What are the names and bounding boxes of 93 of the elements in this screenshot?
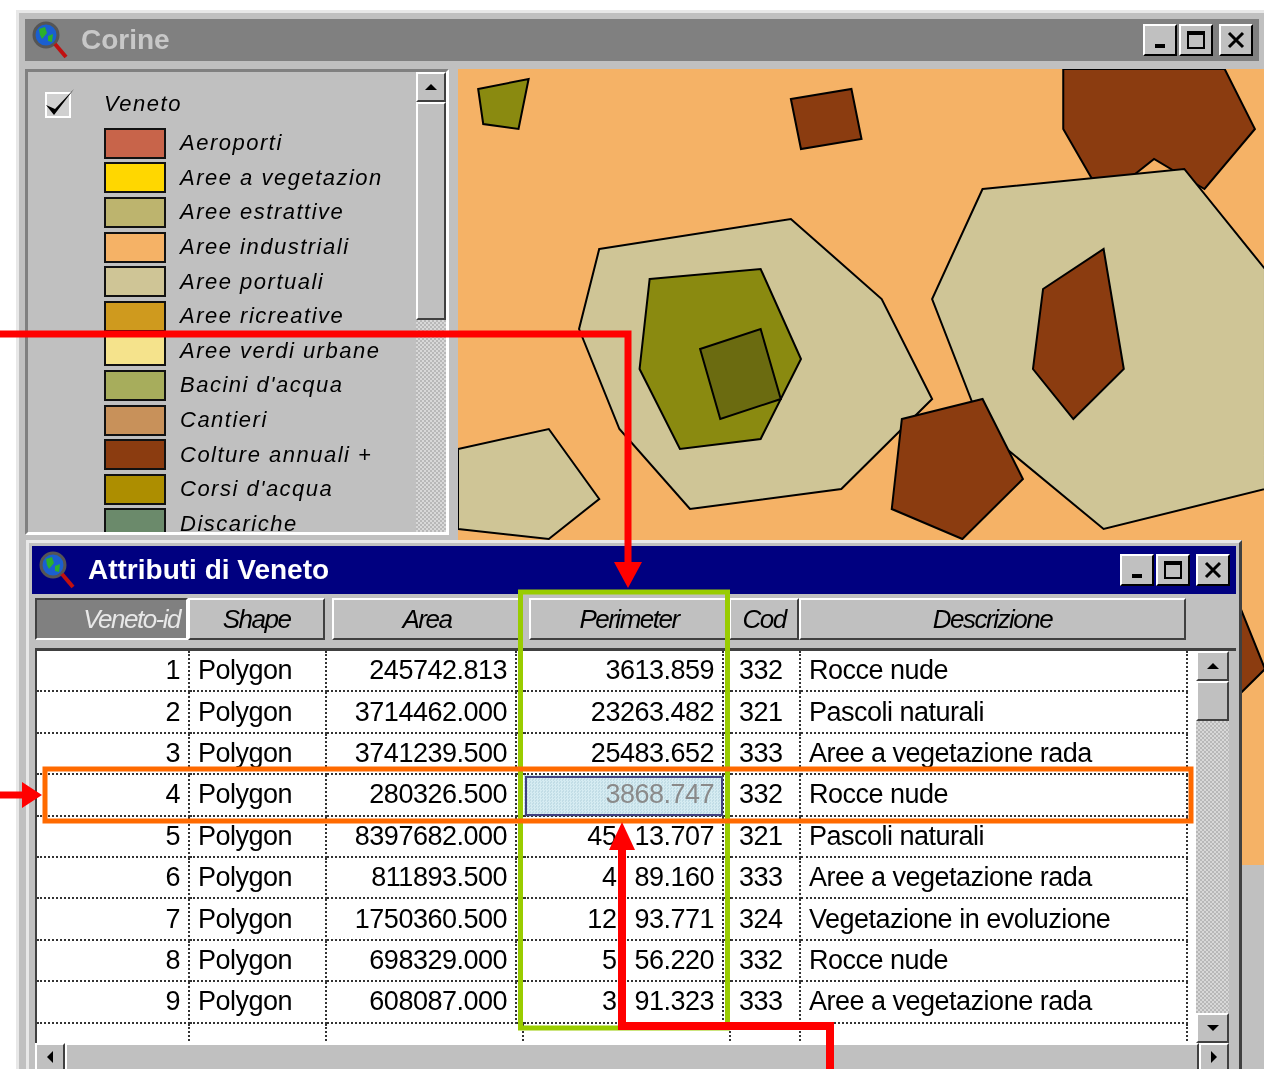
table-cell[interactable]: 12 93.771 bbox=[524, 899, 724, 941]
globe-magnifier-icon bbox=[38, 550, 76, 590]
table-cell: Polygon bbox=[190, 651, 327, 693]
table-cell: Rocce nude bbox=[801, 651, 1188, 693]
close-button[interactable] bbox=[1196, 554, 1230, 586]
window-title: Attributi di Veneto bbox=[88, 554, 330, 586]
legend-label: Bacini d'acqua bbox=[180, 372, 344, 399]
table-cell: 333 bbox=[731, 857, 801, 900]
legend-label: Aree a vegetazion bbox=[180, 164, 383, 191]
table-cell: 321 bbox=[731, 692, 801, 734]
table-cell: 5 bbox=[37, 816, 190, 858]
scroll-left-button[interactable] bbox=[35, 1043, 65, 1069]
legend-label: Aeroporti bbox=[180, 130, 283, 157]
maximize-button[interactable] bbox=[1156, 554, 1190, 586]
table-cell: Pascoli naturali bbox=[801, 816, 1188, 858]
table-cell: Polygon bbox=[190, 816, 327, 858]
table-cell: Aree a vegetazione rada bbox=[801, 857, 1188, 900]
table-cell: 332 bbox=[731, 651, 801, 693]
pointer-arrow bbox=[0, 782, 42, 808]
legend-label: Aree industriali bbox=[180, 234, 350, 261]
table-cell: 245742.813 bbox=[327, 651, 517, 693]
table-cell: 3741239.500 bbox=[327, 733, 517, 776]
table-cell: Rocce nude bbox=[801, 940, 1188, 983]
table-cell: Polygon bbox=[190, 857, 327, 900]
legend-label: Corsi d'acqua bbox=[180, 476, 334, 503]
table-cell: Polygon bbox=[190, 899, 327, 941]
close-icon bbox=[1226, 30, 1246, 50]
minimize-button[interactable] bbox=[1120, 554, 1154, 586]
table-cell: 332 bbox=[731, 940, 801, 983]
table-cell: Polygon bbox=[190, 775, 327, 817]
minimize-icon bbox=[1155, 44, 1165, 48]
table-cell: 333 bbox=[731, 982, 801, 1024]
legend-label: Aree portuali bbox=[180, 268, 325, 295]
table-cell: 3714462.000 bbox=[327, 692, 517, 734]
column-header[interactable]: Cod bbox=[729, 598, 799, 640]
table-cell: Polygon bbox=[190, 733, 327, 776]
table-cell: 7 bbox=[37, 899, 190, 941]
scroll-up-button[interactable] bbox=[1196, 651, 1229, 681]
minimize-icon bbox=[1132, 574, 1142, 578]
triangle-up-icon bbox=[1206, 663, 1219, 669]
window-title: Corine bbox=[81, 24, 170, 56]
table-cell[interactable]: 3 91.323 bbox=[524, 982, 724, 1024]
triangle-left-icon bbox=[47, 1051, 53, 1063]
table-cell[interactable]: 5 56.220 bbox=[524, 940, 724, 983]
table-cell: Polygon bbox=[190, 692, 327, 734]
table-cell: Polygon bbox=[190, 940, 327, 983]
scroll-right-button[interactable] bbox=[1199, 1043, 1229, 1069]
table-cell: 1750360.500 bbox=[327, 899, 517, 941]
table-cell: 608087.000 bbox=[327, 982, 517, 1024]
maximize-icon bbox=[1163, 560, 1183, 580]
table-cell: Pascoli naturali bbox=[801, 692, 1188, 734]
table-cell: 280326.500 bbox=[327, 775, 517, 817]
table-cell[interactable]: 23263.482 bbox=[524, 692, 724, 734]
table-cell: 6 bbox=[37, 857, 190, 900]
table-cell: Aree a vegetazione rada bbox=[801, 733, 1188, 776]
scroll-up-button[interactable] bbox=[416, 72, 446, 102]
legend-label: Aree verdi urbane bbox=[180, 337, 381, 364]
close-icon bbox=[1203, 560, 1223, 580]
triangle-up-icon bbox=[425, 84, 437, 90]
table-cell: 8 bbox=[37, 940, 190, 983]
table-cell[interactable]: 3613.859 bbox=[524, 651, 724, 693]
table-cell: 333 bbox=[731, 733, 801, 776]
legend-label: Discariche bbox=[180, 510, 298, 532]
column-header[interactable]: Descrizione bbox=[799, 598, 1186, 640]
table-cell: Polygon bbox=[190, 982, 327, 1024]
table-cell: 698329.000 bbox=[327, 940, 517, 983]
table-cell: Aree a vegetazione rada bbox=[801, 982, 1188, 1024]
legend-label: Aree estrattive bbox=[180, 199, 345, 226]
table-cell: 1 bbox=[37, 651, 190, 693]
table-cell: 321 bbox=[731, 816, 801, 858]
table-cell: 324 bbox=[731, 899, 801, 941]
maximize-button[interactable] bbox=[1179, 24, 1213, 56]
table-cell: 8397682.000 bbox=[327, 816, 517, 858]
triangle-right-icon bbox=[1211, 1051, 1217, 1063]
scroll-down-button[interactable] bbox=[1196, 1013, 1229, 1043]
table-cell: 811893.500 bbox=[327, 857, 517, 900]
table-cell: 3 bbox=[37, 733, 190, 776]
table-cell[interactable]: 4 89.160 bbox=[524, 857, 724, 900]
table-cell: Vegetazione in evoluzione bbox=[801, 899, 1188, 941]
table-cell: Rocce nude bbox=[801, 775, 1188, 817]
globe-magnifier-icon bbox=[31, 20, 69, 60]
maximize-icon bbox=[1186, 30, 1206, 50]
close-button[interactable] bbox=[1219, 24, 1253, 56]
layer-name: Veneto bbox=[104, 91, 182, 117]
column-header[interactable]: Shape bbox=[188, 598, 325, 640]
table-cell: 332 bbox=[731, 775, 801, 817]
legend-label: Colture annuali + bbox=[180, 441, 373, 468]
legend-label: Aree ricreative bbox=[180, 303, 345, 330]
triangle-down-icon bbox=[1206, 1025, 1219, 1031]
table-cell: 9 bbox=[37, 982, 190, 1024]
legend-label: Cantieri bbox=[180, 407, 268, 434]
minimize-button[interactable] bbox=[1143, 24, 1177, 56]
table-cell: 2 bbox=[37, 692, 190, 734]
